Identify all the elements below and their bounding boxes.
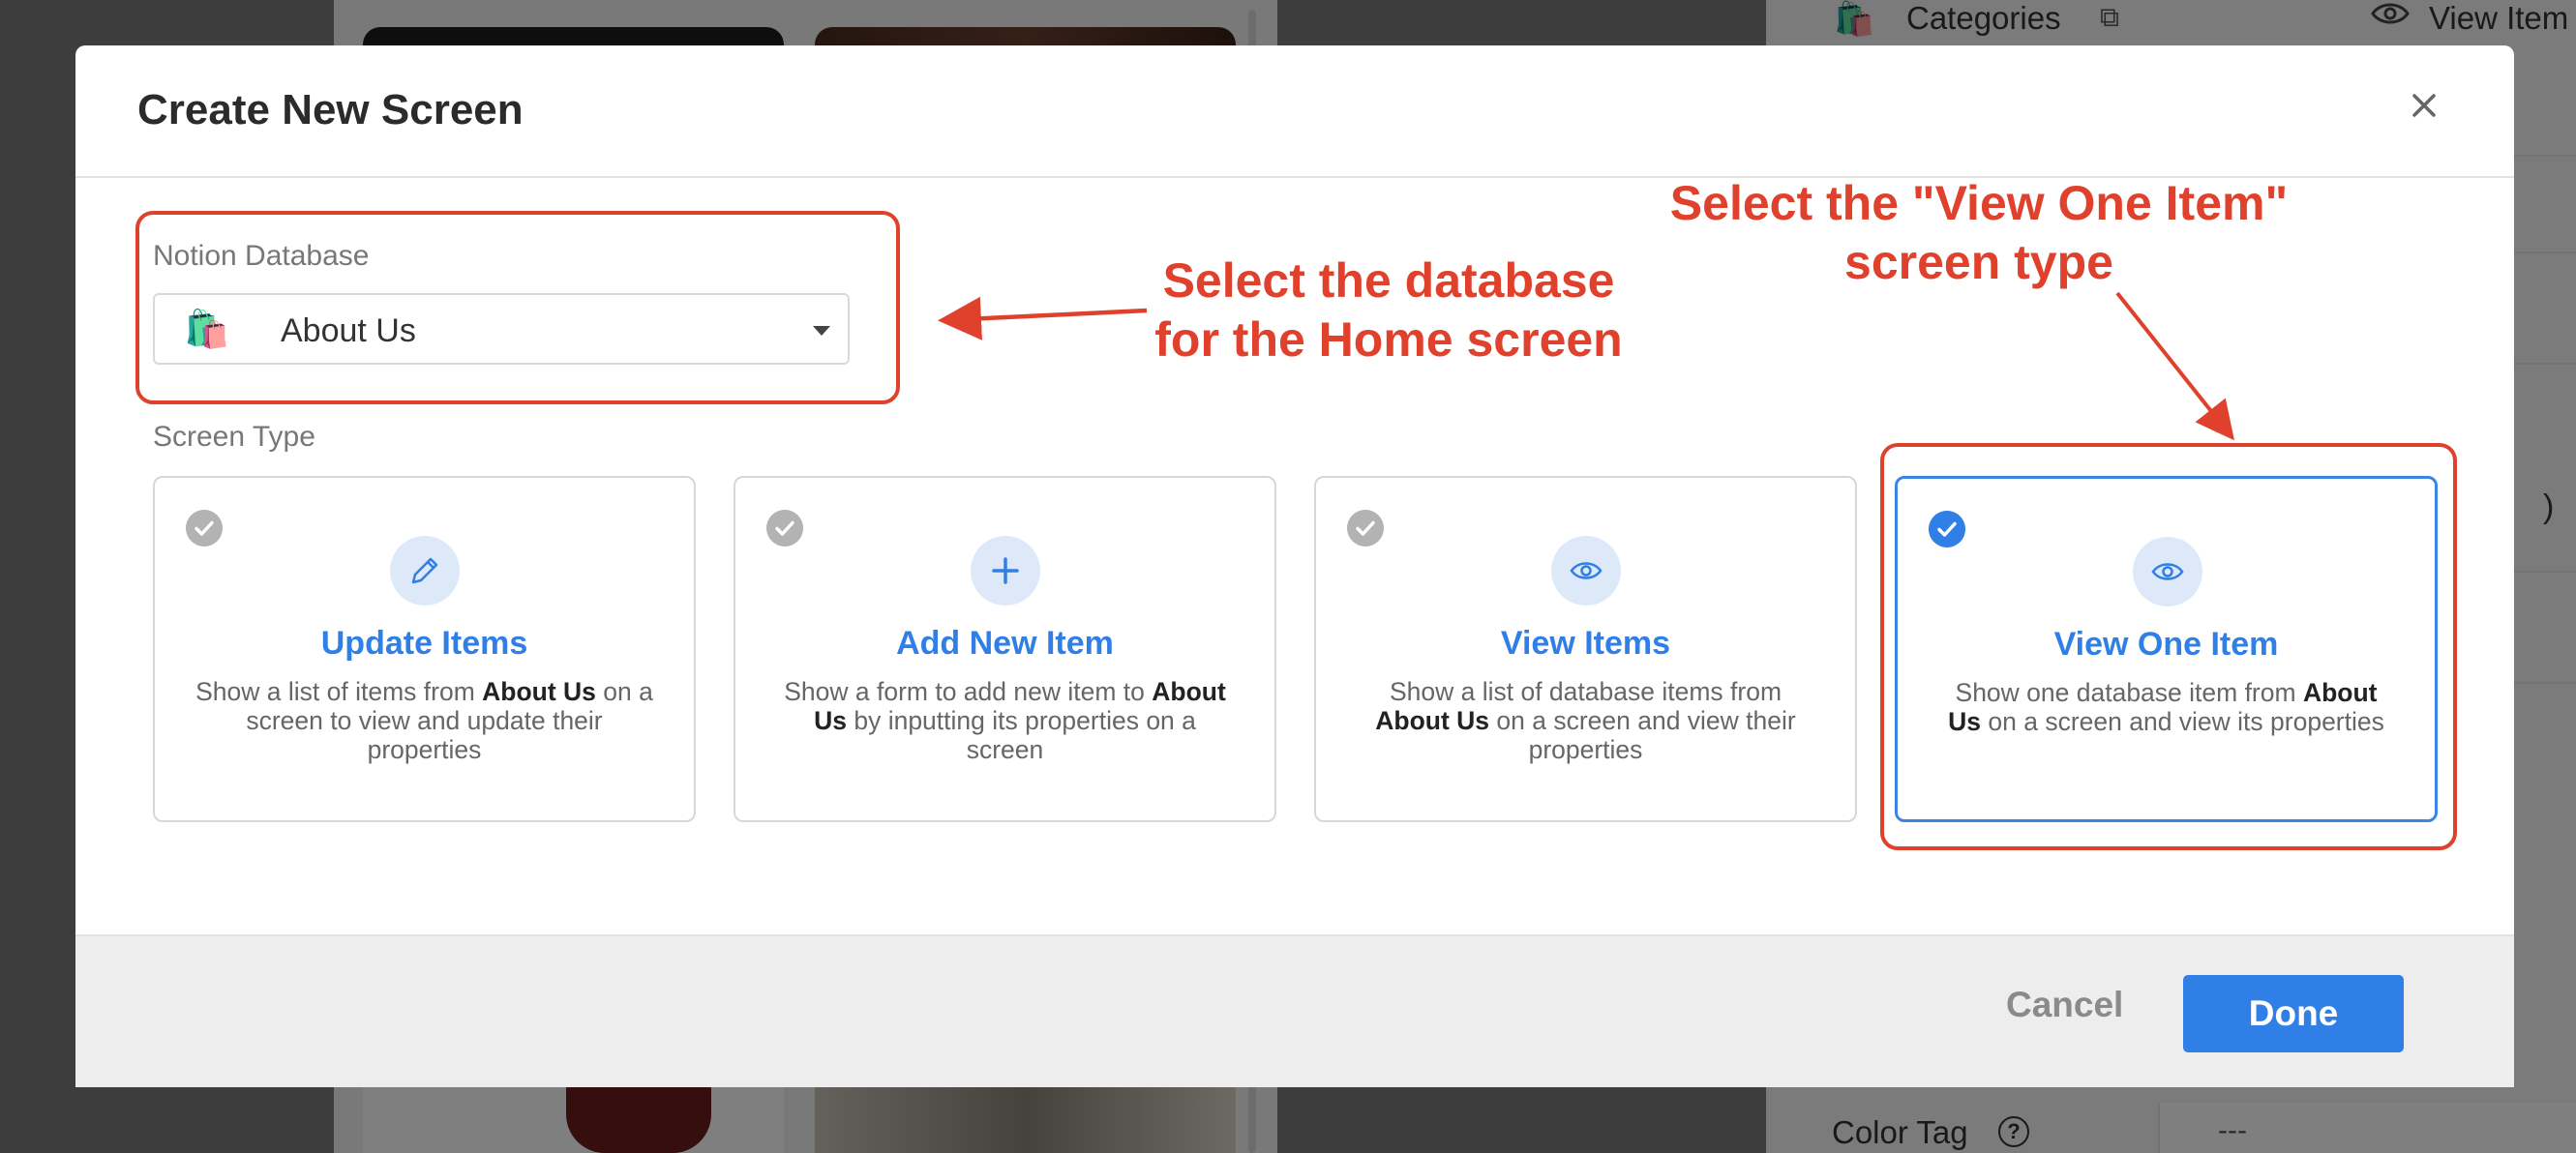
annotation-arrow-to-view-one-item — [2115, 291, 2234, 441]
annotation-arrow-to-database — [938, 296, 1148, 340]
annotation-arrows — [938, 291, 2234, 441]
